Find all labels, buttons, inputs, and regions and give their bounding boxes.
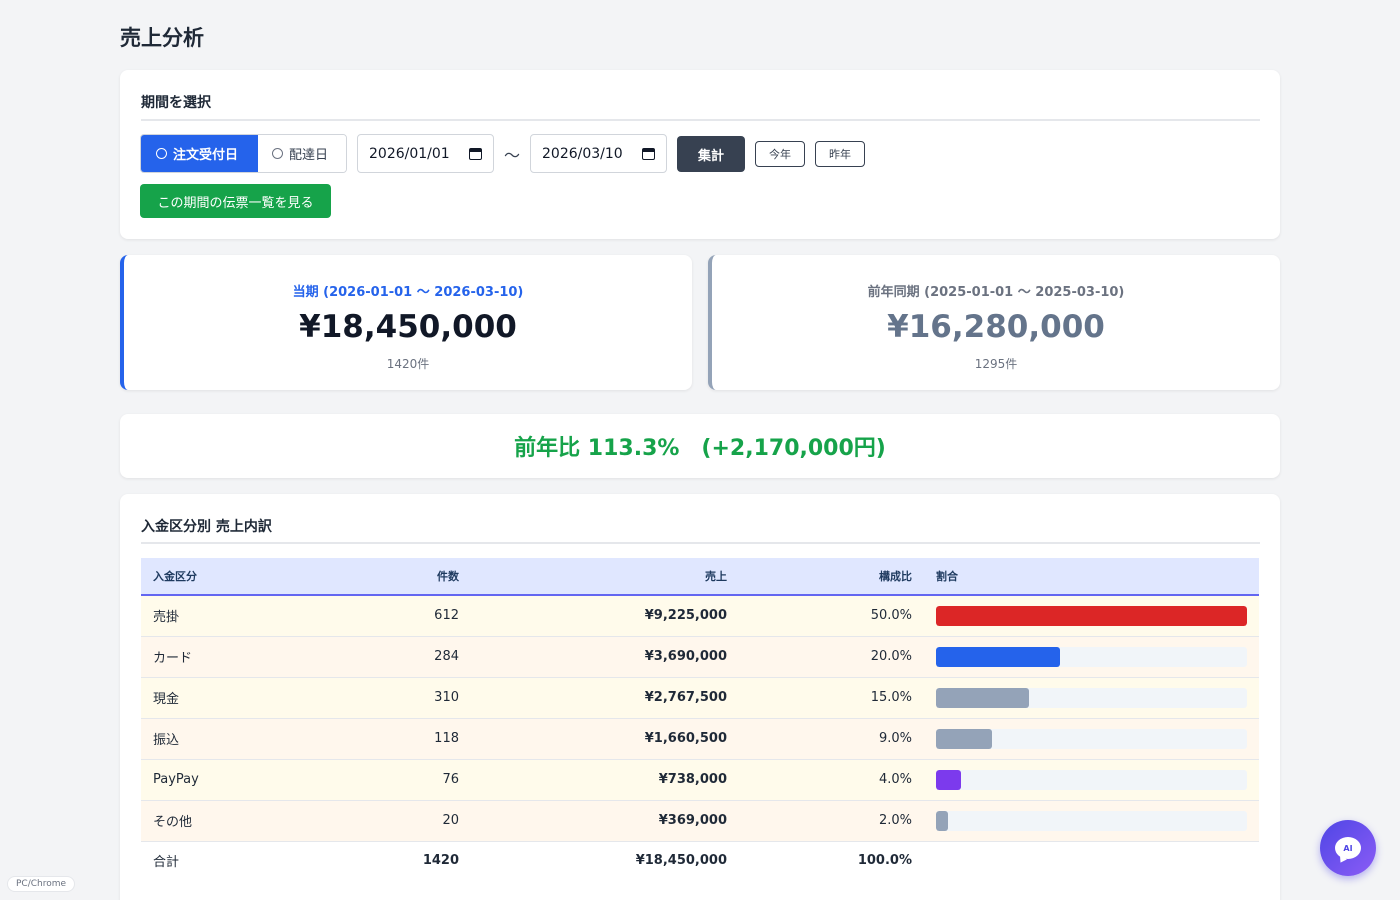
date-from-input[interactable]: 2026/01/01 xyxy=(357,134,494,173)
ratio-cell: 20.0% xyxy=(739,636,924,678)
share-bar-fill xyxy=(936,687,1030,708)
calendar-icon[interactable] xyxy=(469,147,482,160)
share-bar-cell xyxy=(924,718,1259,760)
payment-type-cell: その他 xyxy=(141,800,341,842)
table-row: PayPay 76 ¥738,000 4.0% xyxy=(141,759,1259,801)
sales-cell: ¥369,000 xyxy=(471,800,739,842)
payment-type-cell: 振込 xyxy=(141,718,341,760)
page-title: 売上分析 xyxy=(120,26,204,50)
current-period-count: 1420件 xyxy=(386,357,430,371)
current-period-label: 当期 (2026-01-01 〜 2026-03-10) xyxy=(292,285,524,300)
share-bar-track xyxy=(936,728,1247,749)
share-bar-cell xyxy=(924,677,1259,719)
table-header-row: 入金区分 件数 売上 構成比 割合 xyxy=(141,558,1259,595)
yoy-comparison: 前年比 113.3% (+2,170,000円) xyxy=(120,414,1280,478)
ratio-cell: 9.0% xyxy=(739,718,924,760)
sales-cell: ¥2,767,500 xyxy=(471,677,739,719)
ratio-cell: 4.0% xyxy=(739,759,924,801)
mode-order-date-button[interactable]: 注文受付日 xyxy=(141,135,258,172)
sales-cell: ¥9,225,000 xyxy=(471,595,739,637)
share-bar-cell xyxy=(924,759,1259,801)
sales-cell: ¥1,660,500 xyxy=(471,718,739,760)
table-row: 売掛 612 ¥9,225,000 50.0% xyxy=(141,595,1259,637)
table-row: 振込 118 ¥1,660,500 9.0% xyxy=(141,718,1259,760)
share-bar-track xyxy=(936,687,1247,708)
ai-label: AI xyxy=(1343,843,1353,853)
payment-type-cell: 現金 xyxy=(141,677,341,719)
radio-icon xyxy=(156,148,167,159)
share-bar-fill xyxy=(936,646,1061,667)
aggregate-button[interactable]: 集計 xyxy=(677,136,745,172)
count-cell: 118 xyxy=(341,718,471,760)
total-count: 1420 xyxy=(341,841,471,880)
count-cell: 284 xyxy=(341,636,471,678)
current-period-amount: ¥18,450,000 xyxy=(299,309,517,345)
total-sales: ¥18,450,000 xyxy=(471,841,739,880)
share-bar-track xyxy=(936,646,1247,667)
total-label: 合計 xyxy=(141,841,341,880)
payment-breakdown-card: 入金区分別 売上内訳 入金区分 件数 売上 構成比 割合 売掛 612 ¥9,225… xyxy=(120,494,1280,900)
date-to-value: 2026/03/10 xyxy=(542,145,623,162)
count-cell: 310 xyxy=(341,677,471,719)
ratio-cell: 2.0% xyxy=(739,800,924,842)
sales-cell: ¥738,000 xyxy=(471,759,739,801)
last-year-button[interactable]: 昨年 xyxy=(815,141,865,167)
breakdown-table: 入金区分 件数 売上 構成比 割合 売掛 612 ¥9,225,000 50.0% カー… xyxy=(141,558,1259,880)
mode-delivery-date-button[interactable]: 配達日 xyxy=(258,135,346,172)
share-bar-fill xyxy=(936,810,949,831)
share-bar-track xyxy=(936,769,1247,790)
section-divider xyxy=(141,542,1260,544)
payment-type-cell: 売掛 xyxy=(141,595,341,637)
count-cell: 612 xyxy=(341,595,471,637)
period-filter-card: 期間を選択 注文受付日 配達日 2026/01/01 〜 2026/03/10 … xyxy=(120,70,1280,239)
ratio-cell: 50.0% xyxy=(739,595,924,637)
ai-assistant-button[interactable]: AI xyxy=(1320,820,1376,876)
count-cell: 20 xyxy=(341,800,471,842)
col-ratio: 構成比 xyxy=(879,570,912,583)
previous-period-label: 前年同期 (2025-01-01 〜 2025-03-10) xyxy=(867,285,1125,300)
share-bar-track xyxy=(936,810,1247,831)
table-row: カード 284 ¥3,690,000 20.0% xyxy=(141,636,1259,678)
sales-analysis-page: 売上分析 期間を選択 注文受付日 配達日 2026/01/01 〜 2026/0… xyxy=(0,0,1400,900)
share-bar-cell xyxy=(924,800,1259,842)
ratio-cell: 15.0% xyxy=(739,677,924,719)
table-row: 現金 310 ¥2,767,500 15.0% xyxy=(141,677,1259,719)
mode-delivery-date-label: 配達日 xyxy=(289,148,329,163)
date-to-input[interactable]: 2026/03/10 xyxy=(530,134,667,173)
col-sales: 売上 xyxy=(705,570,727,583)
chat-bubble-icon: AI xyxy=(1335,837,1361,859)
previous-period-amount: ¥16,280,000 xyxy=(887,309,1105,345)
share-bar-fill xyxy=(936,769,961,790)
share-bar-fill xyxy=(936,605,1247,626)
payment-type-cell: カード xyxy=(141,636,341,678)
total-row: 合計 1420 ¥18,450,000 100.0% xyxy=(141,841,1259,880)
count-cell: 76 xyxy=(341,759,471,801)
range-separator: 〜 xyxy=(504,146,521,165)
payment-type-cell: PayPay xyxy=(141,759,341,801)
period-section-title: 期間を選択 xyxy=(141,95,211,111)
date-mode-toggle: 注文受付日 配達日 xyxy=(140,134,347,173)
sales-cell: ¥3,690,000 xyxy=(471,636,739,678)
radio-icon xyxy=(272,148,283,159)
view-slips-button[interactable]: この期間の伝票一覧を見る xyxy=(140,184,331,218)
col-payment-type: 入金区分 xyxy=(153,570,197,583)
calendar-icon[interactable] xyxy=(642,147,655,160)
breakdown-title: 入金区分別 売上内訳 xyxy=(141,519,272,535)
share-bar-cell xyxy=(924,595,1259,637)
previous-period-count: 1295件 xyxy=(974,357,1018,371)
current-period-card: 当期 (2026-01-01 〜 2026-03-10) ¥18,450,000… xyxy=(120,255,692,390)
share-bar-track xyxy=(936,605,1247,626)
previous-period-card: 前年同期 (2025-01-01 〜 2025-03-10) ¥16,280,0… xyxy=(708,255,1280,390)
col-share: 割合 xyxy=(936,570,958,583)
total-ratio: 100.0% xyxy=(739,841,924,880)
section-divider xyxy=(141,119,1260,121)
this-year-button[interactable]: 今年 xyxy=(755,141,805,167)
share-bar-cell xyxy=(924,636,1259,678)
mode-order-date-label: 注文受付日 xyxy=(173,148,239,163)
col-count: 件数 xyxy=(437,570,459,583)
environment-badge: PC/Chrome xyxy=(7,876,76,892)
date-from-value: 2026/01/01 xyxy=(369,145,450,162)
share-bar-fill xyxy=(936,728,992,749)
table-row: その他 20 ¥369,000 2.0% xyxy=(141,800,1259,842)
